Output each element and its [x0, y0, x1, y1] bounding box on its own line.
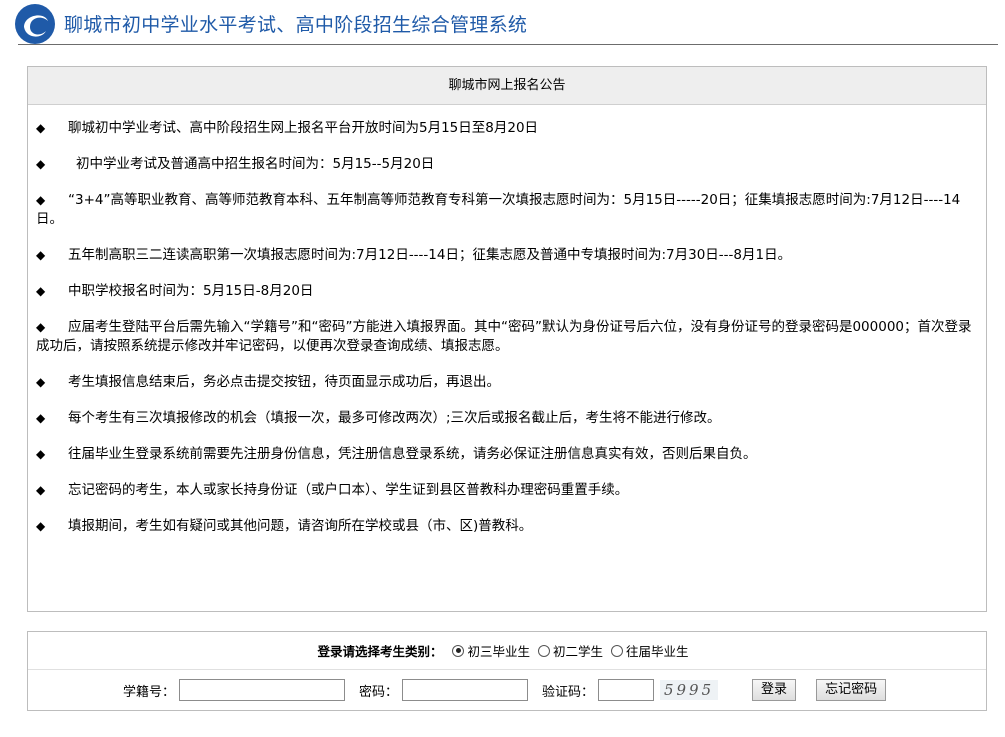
login-panel: 登录请选择考生类别： 初三毕业生 初二学生 往届毕业生 学籍号： 密码： 验证码… [27, 631, 987, 711]
category-row: 登录请选择考生类别： 初三毕业生 初二学生 往届毕业生 [28, 632, 986, 670]
student-id-input[interactable] [179, 679, 346, 701]
radio-checked-icon[interactable] [452, 644, 465, 657]
announcement-item: ◆ 初中学业考试及普通高中招生报名时间为：5月15--5月20日 [36, 156, 435, 172]
radio-option-grade9[interactable]: 初三毕业生 [452, 641, 530, 660]
radio-option-past-graduate[interactable]: 往届毕业生 [611, 641, 689, 660]
announcement-panel: 聊城市网上报名公告 ◆ 聊城初中学业考试、高中阶段招生网上报名平台开放时间为5月1… [27, 66, 987, 612]
announcement-item: ◆ 中职学校报名时间为：5月15日-8月20日 [36, 283, 314, 299]
captcha-image[interactable]: 5995 [660, 680, 719, 700]
diamond-bullet-icon: ◆ [36, 519, 46, 533]
announcement-item: ◆ “3+4”高等职业教育、高等师范教育本科、五年制高等师范教育专科第一次填报志愿… [36, 192, 961, 227]
announcement-item: ◆ 往届毕业生登录系统前需要先注册身份信息，凭注册信息登录系统，请务必保证注册信息… [36, 446, 757, 462]
swirl-logo-icon [15, 4, 55, 44]
announcement-item: ◆ 忘记密码的考生，本人或家长持身份证（或户口本）、学生证到县区普教科办理密码重置… [36, 482, 629, 498]
password-label: 密码： [359, 684, 399, 700]
radio-unchecked-icon[interactable] [611, 644, 624, 657]
student-id-label: 学籍号： [123, 684, 176, 700]
password-input[interactable] [402, 679, 529, 701]
radio-unchecked-icon[interactable] [538, 644, 550, 657]
diamond-bullet-icon: ◆ [36, 121, 46, 135]
captcha-input[interactable] [598, 679, 655, 701]
diamond-bullet-icon: ◆ [36, 447, 46, 461]
credentials-row: 学籍号： 密码： 验证码： 5995 登录 忘记密码 [28, 670, 986, 710]
login-button[interactable]: 登录 [752, 679, 797, 701]
diamond-bullet-icon: ◆ [36, 483, 46, 497]
header-divider [18, 44, 998, 45]
diamond-bullet-icon: ◆ [36, 411, 46, 425]
site-title: 聊城市初中学业水平考试、高中阶段招生综合管理系统 [64, 14, 528, 36]
announcement-item: ◆ 聊城初中学业考试、高中阶段招生网上报名平台开放时间为5月15日至8月20日 [36, 120, 539, 136]
radio-option-grade8[interactable]: 初二学生 [538, 641, 603, 660]
diamond-bullet-icon: ◆ [36, 284, 46, 298]
announcement-list: ◆ 聊城初中学业考试、高中阶段招生网上报名平台开放时间为5月15日至8月20日 ◆… [28, 105, 986, 536]
diamond-bullet-icon: ◆ [36, 157, 46, 171]
announcement-item: ◆ 五年制高职三二连读高职第一次填报志愿时间为:7月12日----14日；征集志愿… [36, 247, 792, 263]
header: 聊城市初中学业水平考试、高中阶段招生综合管理系统 [0, 0, 1005, 46]
forgot-password-button[interactable]: 忘记密码 [816, 679, 887, 701]
announcement-item: ◆ 应届考生登陆平台后需先输入“学籍号”和“密码”方能进入填报界面。其中“密码”默… [36, 319, 972, 354]
captcha-label: 验证码： [542, 684, 595, 700]
diamond-bullet-icon: ◆ [36, 375, 46, 389]
announcement-item: ◆ 填报期间，考生如有疑问或其他问题，请咨询所在学校或县（市、区)普教科。 [36, 518, 533, 534]
category-label: 登录请选择考生类别： [317, 644, 443, 659]
announcement-title: 聊城市网上报名公告 [28, 67, 986, 105]
announcement-item: ◆ 考生填报信息结束后，务必点击提交按钮，待页面显示成功后，再退出。 [36, 374, 500, 390]
announcement-item: ◆ 每个考生有三次填报修改的机会（填报一次，最多可修改两次）;三次后或报名截止后，… [36, 410, 721, 426]
diamond-bullet-icon: ◆ [36, 248, 46, 262]
